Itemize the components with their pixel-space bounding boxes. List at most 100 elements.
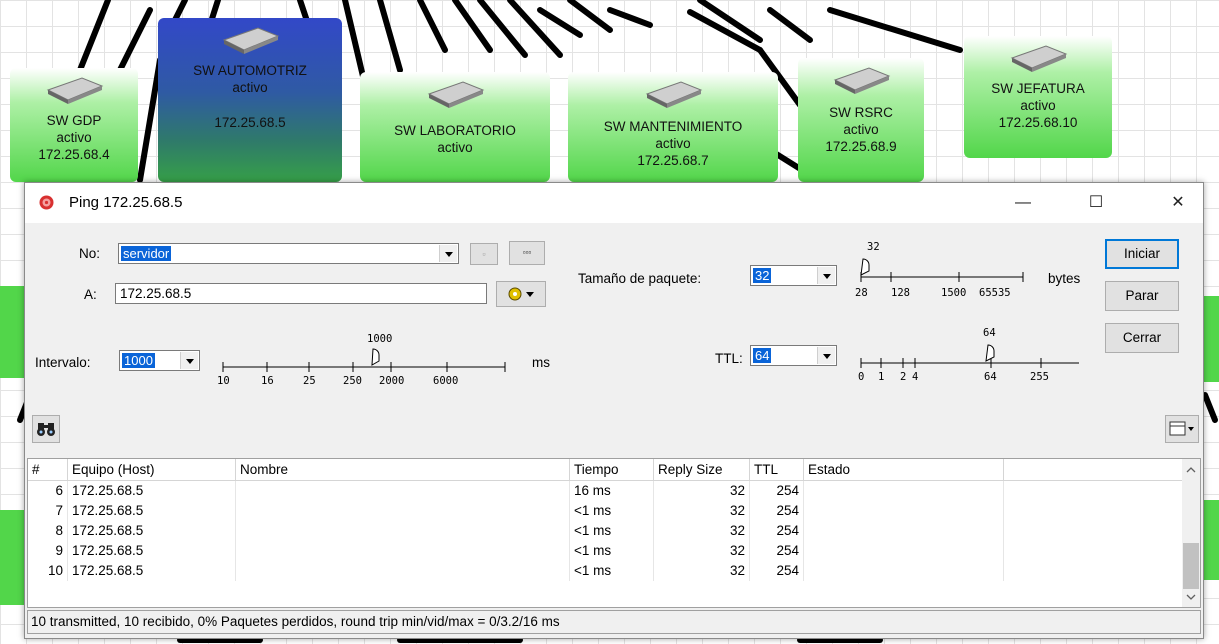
scrollbar-graphic (1183, 467, 1199, 600)
cell-state (804, 541, 1004, 561)
small-button[interactable]: ▫ (470, 243, 498, 265)
close-window-button[interactable]: ✕ (1155, 183, 1201, 223)
options-button[interactable] (496, 281, 546, 307)
ttl-tick: 64 (984, 371, 997, 383)
target-address-field[interactable]: 172.25.68.5 (115, 283, 487, 304)
cell-state (804, 521, 1004, 541)
cell-host: 172.25.68.5 (68, 541, 236, 561)
col-header[interactable]: Reply Size (654, 459, 750, 480)
switch-icon (833, 67, 891, 94)
switch-icon (1010, 45, 1068, 72)
interval-slider[interactable]: 1000 10 16 25 250 2000 6000 (213, 331, 513, 391)
status-bar: 10 transmitted, 10 recibido, 0% Paquetes… (27, 610, 1201, 634)
close-button[interactable]: Cerrar (1105, 323, 1179, 353)
interval-tick: 2000 (379, 375, 405, 387)
cell-ttl: 254 (750, 541, 804, 561)
table-columns-icon (1169, 421, 1194, 436)
col-header[interactable]: # (28, 459, 68, 480)
start-button[interactable]: Iniciar (1105, 239, 1179, 269)
columns-menu-button[interactable] (1165, 415, 1199, 443)
vertical-scrollbar[interactable] (1182, 459, 1200, 607)
col-header[interactable]: TTL (750, 459, 804, 480)
no-combo[interactable]: servidor (118, 243, 459, 264)
interval-combo[interactable]: 1000 (119, 350, 200, 371)
map-node-automotriz[interactable]: SW AUTOMOTRIZ activo 172.25.68.5 (158, 18, 342, 182)
binoculars-icon (37, 423, 55, 436)
minimize-button[interactable]: — (1000, 183, 1046, 223)
node-ip: 172.25.68.5 (214, 115, 286, 130)
cell-size: 32 (654, 561, 750, 581)
node-name: SW JEFATURA (991, 81, 1085, 96)
cell-host: 172.25.68.5 (68, 481, 236, 501)
packet-tick: 28 (855, 287, 868, 299)
node-ip: 172.25.68.7 (637, 153, 709, 168)
packet-size-unit: bytes (1048, 271, 1081, 286)
table-row[interactable]: 7 172.25.68.5 <1 ms 32 254 (28, 501, 1183, 521)
dropdown-arrow-icon[interactable] (817, 347, 835, 364)
switch-icon (222, 27, 280, 54)
node-status: activo (655, 136, 691, 151)
packet-size-slider[interactable]: 32 28 128 1500 65535 (855, 239, 1055, 309)
packet-tick: 65535 (979, 287, 1011, 299)
maximize-button[interactable]: ☐ (1073, 183, 1119, 223)
no-value: servidor (121, 246, 172, 261)
table-row[interactable]: 10 172.25.68.5 <1 ms 32 254 (28, 561, 1183, 581)
table-row[interactable]: 6 172.25.68.5 16 ms 32 254 (28, 481, 1183, 501)
cell-state (804, 501, 1004, 521)
node-ip: 172.25.68.4 (38, 147, 110, 162)
node-name: SW AUTOMOTRIZ (193, 63, 307, 78)
cell-num: 6 (28, 481, 68, 501)
node-name: SW RSRC (829, 105, 893, 120)
map-node-mantenimiento[interactable]: SW MANTENIMIENTO activo 172.25.68.7 (568, 72, 778, 182)
cell-size: 32 (654, 521, 750, 541)
table-header: # Equipo (Host) Nombre Tiempo Reply Size… (28, 459, 1183, 481)
interval-value: 1000 (122, 353, 155, 368)
interval-unit: ms (532, 355, 550, 370)
cell-time: 16 ms (570, 481, 654, 501)
col-header[interactable]: Estado (804, 459, 1004, 480)
map-node-jefatura[interactable]: SW JEFATURA activo 172.25.68.10 (964, 36, 1112, 158)
results-table[interactable]: # Equipo (Host) Nombre Tiempo Reply Size… (27, 458, 1201, 608)
ttl-tick: 1 (878, 371, 885, 383)
window-title: Ping 172.25.68.5 (69, 194, 183, 211)
cell-num: 8 (28, 521, 68, 541)
node-name: SW GDP (46, 113, 102, 128)
stop-button[interactable]: Parar (1105, 281, 1179, 311)
interval-tick: 250 (343, 375, 362, 387)
col-header[interactable]: Tiempo (570, 459, 654, 480)
dropdown-arrow-icon[interactable] (439, 245, 457, 262)
table-row[interactable]: 8 172.25.68.5 <1 ms 32 254 (28, 521, 1183, 541)
browse-button[interactable]: ▫▫▫ (509, 241, 545, 265)
title-bar[interactable]: Ping 172.25.68.5 — ☐ ✕ (25, 183, 1203, 223)
cell-name (236, 501, 570, 521)
cell-state (804, 481, 1004, 501)
ttl-slider-track (860, 344, 1079, 368)
col-header[interactable]: Equipo (Host) (68, 459, 236, 480)
table-row[interactable]: 9 172.25.68.5 <1 ms 32 254 (28, 541, 1183, 561)
cell-ttl: 254 (750, 561, 804, 581)
ttl-tick: 255 (1030, 371, 1049, 383)
ttl-slider[interactable]: 64 0 1 2 4 64 255 (855, 323, 1085, 393)
ttl-value: 64 (753, 348, 772, 363)
map-node-laboratorio[interactable]: SW LABORATORIO activo (360, 72, 550, 182)
find-button[interactable] (32, 415, 60, 443)
interval-slider-track (222, 348, 506, 372)
map-node-rsrc[interactable]: SW RSRC activo 172.25.68.9 (798, 58, 924, 182)
packet-size-combo[interactable]: 32 (750, 265, 837, 286)
cell-num: 10 (28, 561, 68, 581)
cell-num: 7 (28, 501, 68, 521)
dropdown-arrow-icon[interactable] (817, 267, 835, 284)
cell-time: <1 ms (570, 501, 654, 521)
map-node-gdp[interactable]: SW GDP activo 172.25.68.4 (10, 68, 138, 182)
cell-size: 32 (654, 481, 750, 501)
col-header[interactable]: Nombre (236, 459, 570, 480)
packet-tick: 128 (891, 287, 910, 299)
ping-dialog: Ping 172.25.68.5 — ☐ ✕ No: servidor ▫ ▫▫… (24, 182, 1204, 639)
ttl-combo[interactable]: 64 (750, 345, 837, 366)
interval-tick: 16 (261, 375, 274, 387)
col-header-empty[interactable] (1004, 459, 1183, 480)
a-label: A: (84, 287, 97, 302)
cell-name (236, 561, 570, 581)
dropdown-arrow-icon[interactable] (180, 352, 198, 369)
cell-time: <1 ms (570, 521, 654, 541)
